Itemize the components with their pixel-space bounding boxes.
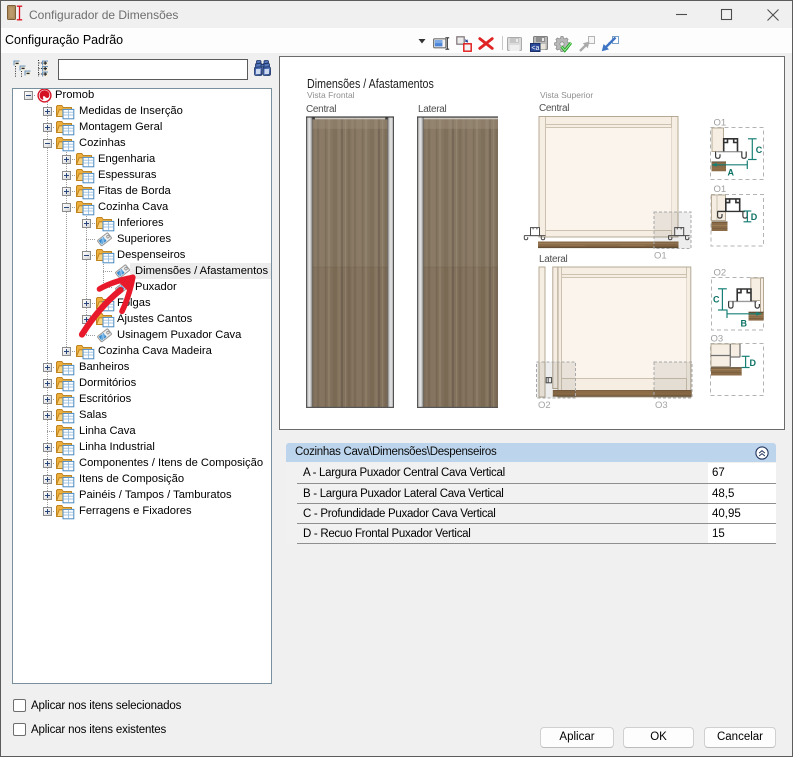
svg-text:O3: O3	[655, 400, 668, 411]
svg-text:O2: O2	[538, 400, 551, 411]
svg-text:C: C	[756, 145, 763, 155]
svg-text:C: C	[713, 295, 720, 305]
svg-text:D: D	[751, 212, 758, 222]
svg-text:B: B	[741, 319, 748, 329]
svg-text:O1: O1	[714, 118, 727, 129]
svg-text:O2: O2	[714, 268, 727, 279]
svg-text:D: D	[750, 358, 757, 368]
svg-text:O3: O3	[711, 334, 724, 345]
svg-text:O1: O1	[714, 184, 727, 195]
svg-text:O1: O1	[654, 251, 667, 262]
svg-text:A: A	[728, 168, 735, 178]
svg-text:<a: <a	[531, 45, 539, 52]
